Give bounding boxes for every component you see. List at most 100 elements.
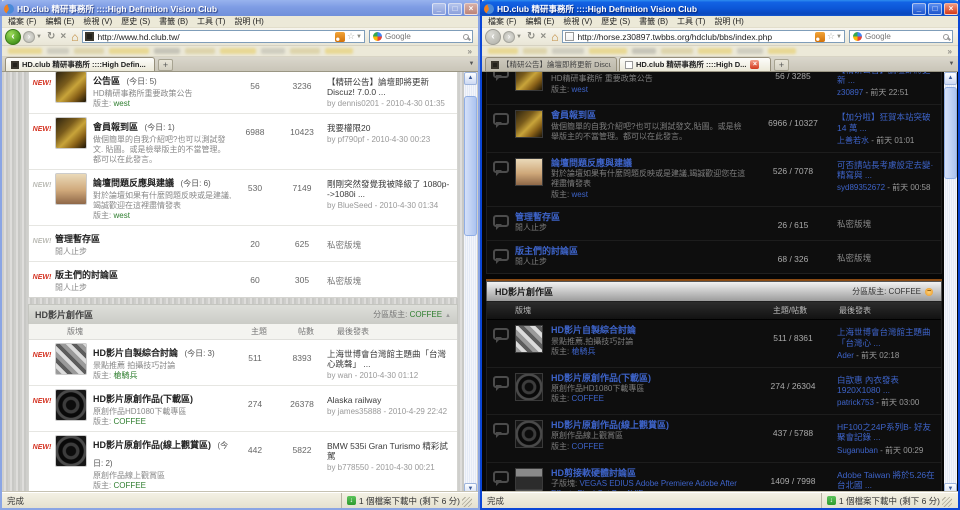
menu-history[interactable]: 歷史 (S) xyxy=(121,16,150,27)
last-post-link[interactable]: 白歆惠 內衣發表 1920X1080 ... xyxy=(837,375,937,395)
mod-link[interactable]: west xyxy=(571,190,587,199)
maximize-button[interactable]: □ xyxy=(448,3,462,15)
bookmark-item[interactable] xyxy=(261,48,285,54)
mod-link[interactable]: COFFEE xyxy=(113,417,145,426)
last-post-user[interactable]: syd89352672 xyxy=(837,183,885,192)
last-post-link[interactable]: 上海世博會台灣館主題曲「台灣心 ... xyxy=(837,327,937,347)
menu-view[interactable]: 檢視 (V) xyxy=(83,16,112,27)
forward-button[interactable]: › xyxy=(23,31,35,43)
collapse-icon[interactable]: ▲ xyxy=(445,313,451,319)
bookmark-item[interactable] xyxy=(552,48,584,54)
last-post-user[interactable]: Suganuban xyxy=(837,446,878,455)
download-status[interactable]: ↓ 1 個檔案下載中 (剩下 6 分) xyxy=(821,493,958,508)
stop-icon[interactable]: × xyxy=(540,31,546,42)
menu-bookmarks[interactable]: 書籤 (B) xyxy=(159,16,188,27)
bookmark-star-icon[interactable]: ☆ xyxy=(827,31,835,42)
scrollbar[interactable]: ▲ ▼ xyxy=(464,72,477,496)
forum-link[interactable]: HD影片自製綜合討論 xyxy=(93,348,178,358)
last-post-link[interactable]: BMW 535i Gran Turismo 精彩試駕 xyxy=(327,441,451,461)
search-icon[interactable] xyxy=(943,34,949,40)
scroll-up-icon[interactable]: ▲ xyxy=(464,72,477,85)
search-input[interactable] xyxy=(865,32,941,41)
history-dropdown-icon[interactable]: ▼ xyxy=(36,34,42,40)
scroll-up-icon[interactable]: ▲ xyxy=(944,72,957,85)
mod-link[interactable]: 槍騎兵 xyxy=(113,371,137,380)
bookmark-item[interactable] xyxy=(325,48,353,54)
forum-link[interactable]: 管理暫存區 xyxy=(55,234,100,244)
bookmark-item[interactable] xyxy=(47,48,69,54)
url-dropdown-icon[interactable]: ▼ xyxy=(356,34,362,40)
bookmarks-overflow-icon[interactable]: » xyxy=(948,47,952,56)
last-post-user[interactable]: z30897 xyxy=(837,88,863,97)
tab-hdclub[interactable]: HD.club 精研事務所 ::::High D... × xyxy=(619,57,771,71)
bookmark-item[interactable] xyxy=(109,48,149,54)
search-icon[interactable] xyxy=(463,34,469,40)
download-status[interactable]: ↓ 1 個檔案下載中 (剩下 6 分) xyxy=(341,493,478,508)
forum-link[interactable]: HD剪接軟硬體討論區 xyxy=(551,468,749,479)
last-post-link[interactable]: 剛剛突然發覺我被降級了 1080p-->1080i ... xyxy=(327,179,451,199)
forum-link[interactable]: HD影片原創作品(線上觀賞區) xyxy=(551,420,749,431)
last-post-user[interactable]: patrick753 xyxy=(837,398,874,407)
last-post-link[interactable]: 上海世博會台灣館主題曲「台灣心跳聲」 ... xyxy=(327,349,451,369)
back-button[interactable]: ‹ xyxy=(5,29,21,45)
bookmark-item[interactable] xyxy=(589,48,627,54)
bookmark-item[interactable] xyxy=(220,48,256,54)
url-input[interactable] xyxy=(577,32,813,42)
menu-edit[interactable]: 編輯 (E) xyxy=(525,16,554,27)
bookmark-item[interactable] xyxy=(154,48,180,54)
home-icon[interactable]: ⌂ xyxy=(71,30,78,44)
mod-link[interactable]: 槍騎兵 xyxy=(571,347,595,356)
forum-link[interactable]: 會員報到區 xyxy=(551,110,749,121)
bookmark-item[interactable] xyxy=(185,48,215,54)
bookmark-item[interactable] xyxy=(737,48,763,54)
menu-help[interactable]: 說明 (H) xyxy=(714,16,743,27)
history-dropdown-icon[interactable]: ▼ xyxy=(516,34,522,40)
rss-icon[interactable] xyxy=(815,32,825,42)
minimize-button[interactable]: _ xyxy=(432,3,446,15)
bookmark-item[interactable] xyxy=(74,48,104,54)
bookmark-item[interactable] xyxy=(8,48,42,54)
home-icon[interactable]: ⌂ xyxy=(551,30,558,44)
title-bar[interactable]: HD.club 精研事務所 ::::High Definition Vision… xyxy=(480,0,960,16)
forum-link[interactable]: 論壇問題反應與建議 xyxy=(551,158,749,169)
forum-link[interactable]: HD影片原創作品(線上觀賞區) xyxy=(93,440,211,450)
close-button[interactable]: × xyxy=(464,3,478,15)
tab-close-icon[interactable]: × xyxy=(750,60,759,69)
menu-bookmarks[interactable]: 書籤 (B) xyxy=(639,16,668,27)
menu-view[interactable]: 檢視 (V) xyxy=(563,16,592,27)
section-mod-link[interactable]: COFFEE xyxy=(410,310,442,319)
mod-link[interactable]: COFFEE xyxy=(571,442,603,451)
menu-edit[interactable]: 編輯 (E) xyxy=(45,16,74,27)
scrollbar-thumb[interactable] xyxy=(464,96,477,236)
tab-hdclub[interactable]: HD.club 精研事務所 ::::High Defin... xyxy=(5,57,155,71)
search-box[interactable] xyxy=(849,30,953,43)
bookmark-item[interactable] xyxy=(523,48,547,54)
last-post-link[interactable]: 【精研公告】論壇即將更新 ... xyxy=(837,72,937,85)
last-post-link[interactable]: 可否請站長考慮設定去變·精寫與 ... xyxy=(837,160,937,180)
list-all-tabs-icon[interactable]: ▼ xyxy=(945,61,958,67)
mod-link[interactable]: COFFEE xyxy=(113,481,145,490)
bookmark-item[interactable] xyxy=(632,48,656,54)
forum-link[interactable]: HD影片原創作品(下載區) xyxy=(551,373,749,384)
forum-link[interactable]: 會員報到區 xyxy=(93,122,138,132)
forward-button[interactable]: › xyxy=(503,31,515,43)
menu-history[interactable]: 歷史 (S) xyxy=(601,16,630,27)
forum-link[interactable]: 版主們的討論區 xyxy=(515,246,749,257)
close-button[interactable]: × xyxy=(944,3,958,15)
bookmark-item[interactable] xyxy=(698,48,732,54)
last-post-link[interactable]: Alaska railway xyxy=(327,395,451,405)
url-bar[interactable]: ☆ ▼ xyxy=(82,30,365,43)
collapse-icon[interactable]: − xyxy=(925,288,933,296)
forum-link[interactable]: HD影片原創作品(下載區) xyxy=(93,394,193,404)
url-input[interactable] xyxy=(97,32,333,42)
last-post-link[interactable]: 【加分啦】狂賀本站突破 14 萬 ... xyxy=(837,112,937,132)
url-dropdown-icon[interactable]: ▼ xyxy=(836,34,842,40)
bookmarks-toolbar[interactable]: » xyxy=(2,46,478,57)
forum-link[interactable]: 公告區 xyxy=(93,76,120,86)
new-tab-button[interactable]: + xyxy=(158,59,173,71)
tab-announcement[interactable]: 【精研公告】論壇即將更新 Discuz! 7... xyxy=(485,57,617,71)
back-button[interactable]: ‹ xyxy=(485,29,501,45)
forum-link[interactable]: 版主們的討論區 xyxy=(55,270,118,280)
maximize-button[interactable]: □ xyxy=(928,3,942,15)
scrollbar-thumb[interactable] xyxy=(944,87,957,179)
